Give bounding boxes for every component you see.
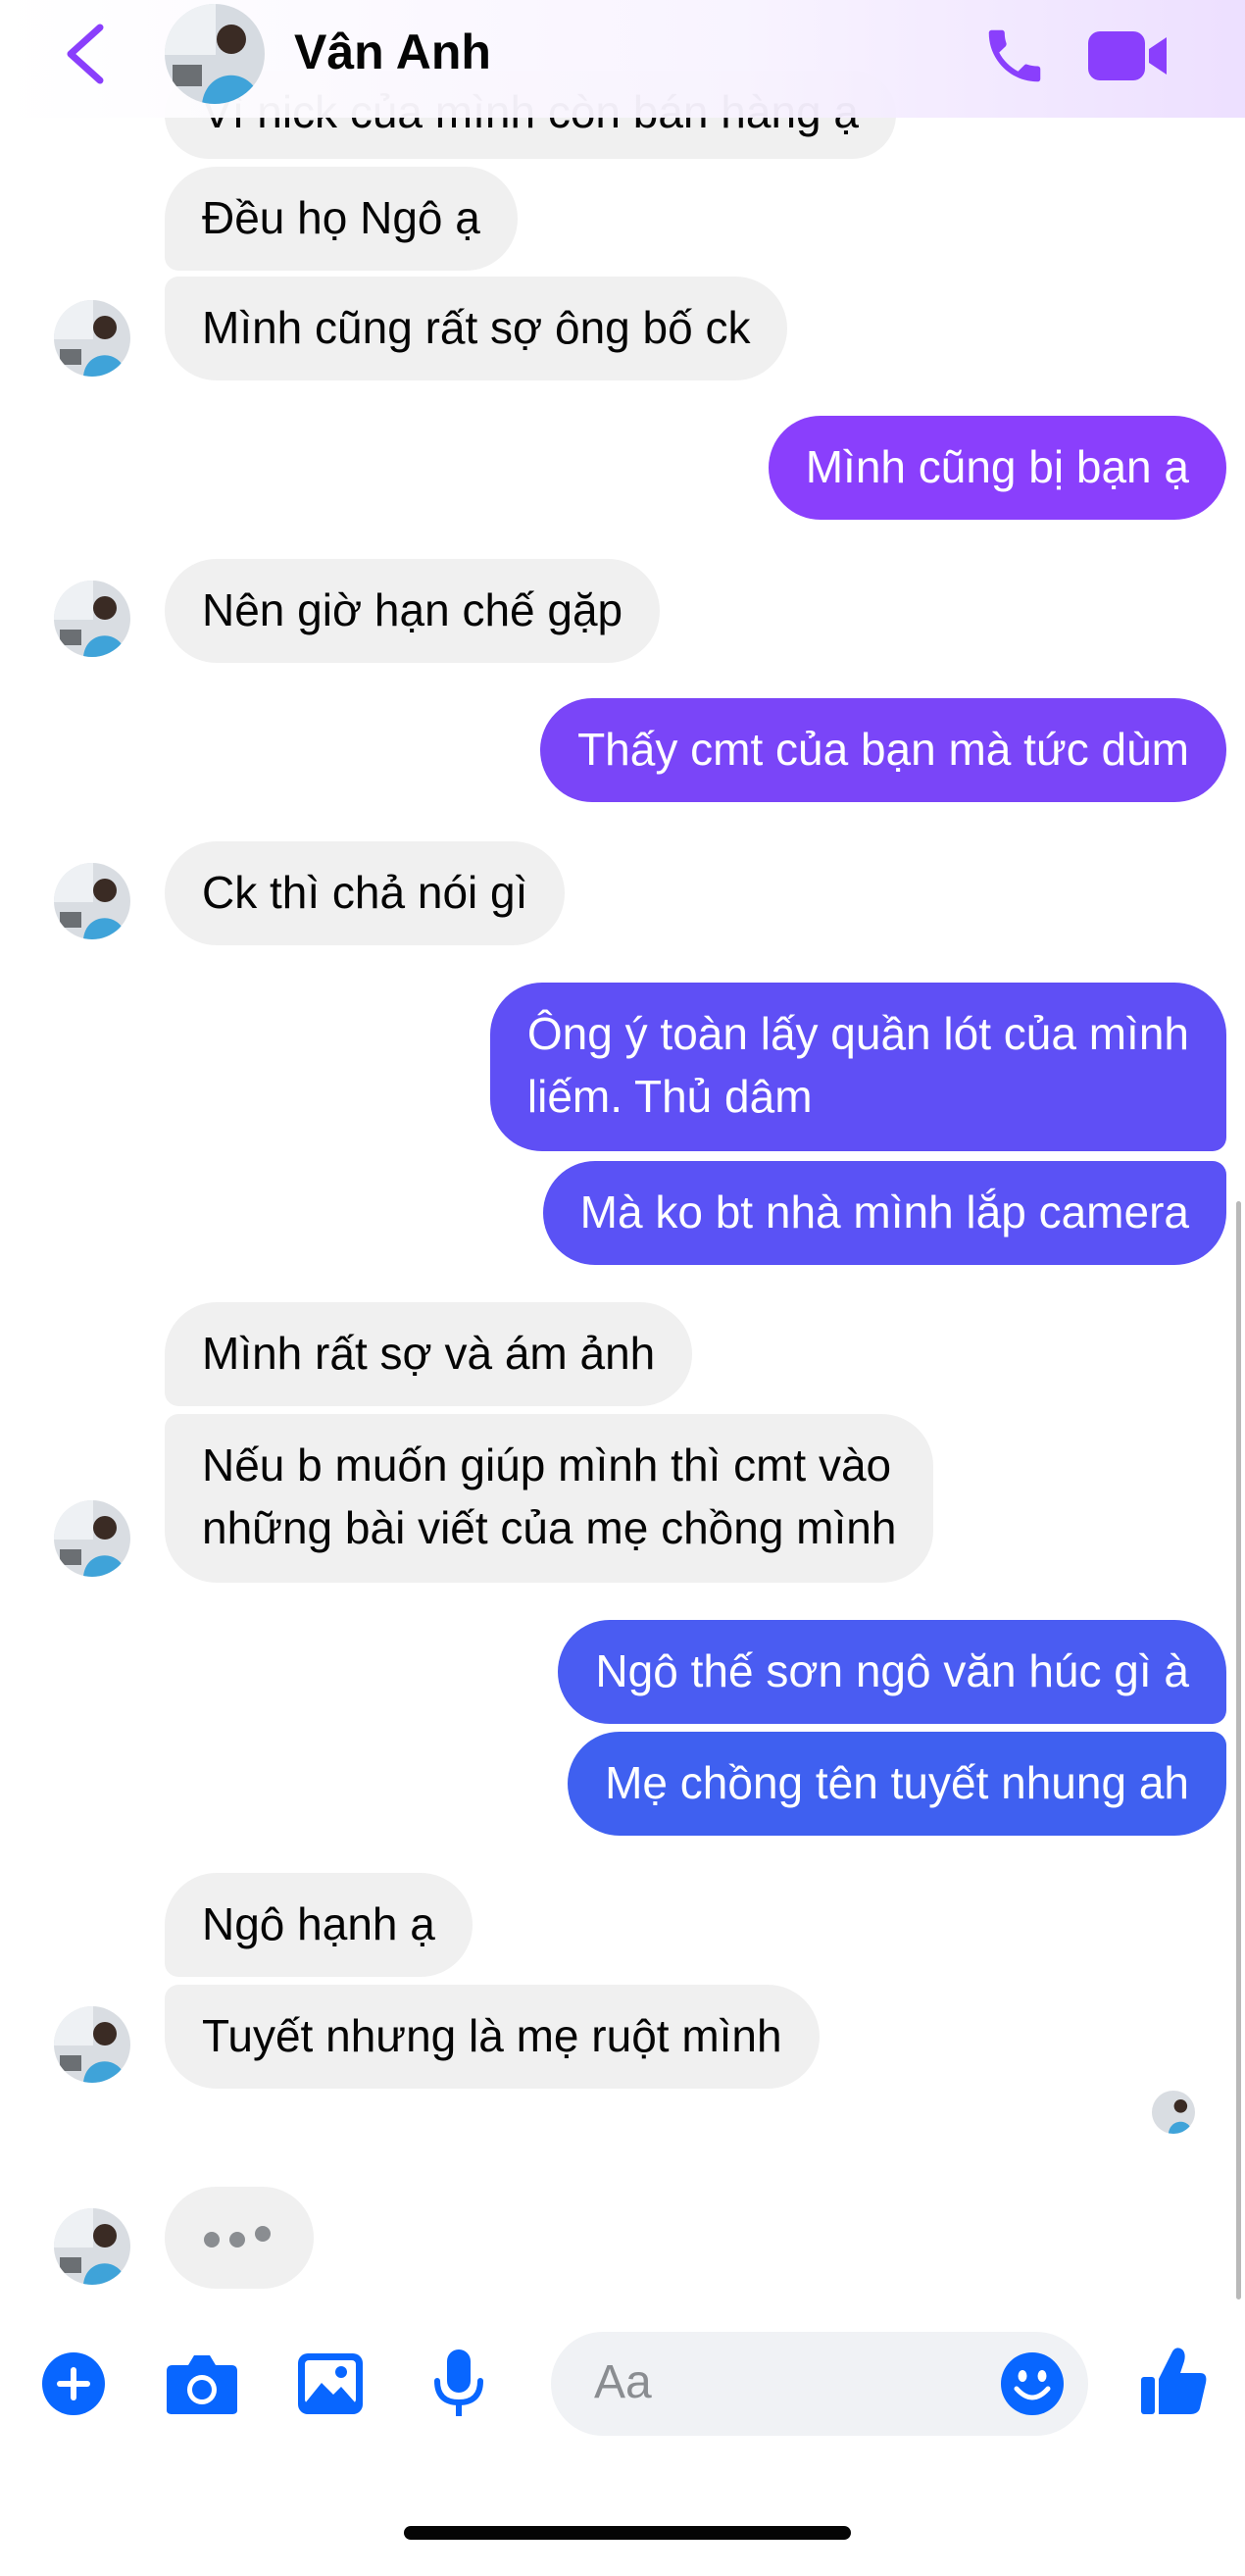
typing-dot [255, 2226, 271, 2242]
message-text: Mà ko bt nhà mình lắp camera [579, 1187, 1189, 1237]
contact-name[interactable]: Vân Anh [294, 24, 491, 80]
message-sent[interactable]: Mình cũng bị bạn ạ [768, 416, 1226, 520]
microphone-icon [434, 2349, 483, 2416]
video-camera-icon [1088, 31, 1167, 80]
message-sent[interactable]: Mà ko bt nhà mình lắp camera [542, 1161, 1226, 1265]
contact-avatar[interactable] [165, 4, 265, 104]
message-text: Nên giờ hạn chế gặp [202, 584, 623, 635]
plus-icon [42, 2352, 105, 2415]
message-text: Đều họ Ngô ạ [202, 192, 480, 243]
message-sent[interactable]: Ngô thế sơn ngô văn húc gì à [558, 1620, 1226, 1724]
message-sent[interactable]: Mẹ chồng tên tuyết nhung ah [568, 1732, 1226, 1836]
sender-avatar[interactable] [54, 2208, 130, 2285]
typing-dot [229, 2232, 245, 2248]
message-text-line: Nếu b muốn giúp mình thì cmt vào [202, 1440, 892, 1490]
voice-message-button[interactable] [431, 2348, 486, 2425]
message-list: Vì nick của mình còn bán hàng ạ Đều họ N… [0, 0, 1245, 2314]
message-text: Tuyết nhưng là mẹ ruột mình [202, 2010, 782, 2061]
message-sent[interactable]: Ông ý toàn lấy quần lót của mình liếm. T… [489, 983, 1226, 1151]
sender-avatar[interactable] [54, 863, 130, 939]
phone-icon [988, 29, 1041, 82]
message-received[interactable]: Mình rất sợ và ám ảnh [165, 1302, 693, 1406]
message-input-placeholder: Aa [594, 2356, 652, 2408]
message-received[interactable]: Ck thì chả nói gì [165, 841, 566, 945]
message-text: Mình rất sợ và ám ảnh [202, 1328, 656, 1379]
chevron-left-icon [67, 24, 104, 84]
video-call-button[interactable] [1086, 25, 1170, 86]
message-received[interactable]: Đều họ Ngô ạ [165, 167, 518, 271]
message-text-line: Ông ý toàn lấy quần lót của mình [526, 1008, 1189, 1059]
typing-indicator [165, 2187, 314, 2289]
message-text-line: liếm. Thủ dâm [526, 1071, 813, 1122]
gallery-icon [298, 2353, 363, 2414]
chat-header: Vân Anh [0, 0, 1245, 118]
message-text: Ngô thế sơn ngô văn húc gì à [595, 1645, 1189, 1696]
sender-avatar[interactable] [54, 300, 130, 377]
emoji-button[interactable] [1000, 2351, 1065, 2421]
thumbs-up-icon [1141, 2348, 1207, 2414]
emoji-icon [1001, 2352, 1064, 2415]
message-text: Ngô hạnh ạ [202, 1898, 435, 1949]
message-text: Mình cũng rất sợ ông bố ck [202, 302, 751, 353]
seen-indicator-avatar [1152, 2091, 1195, 2134]
message-text: Mình cũng bị bạn ạ [805, 441, 1189, 492]
message-received[interactable]: Tuyết nhưng là mẹ ruột mình [165, 1985, 820, 2089]
back-button[interactable] [57, 20, 116, 88]
message-text: Thấy cmt của bạn mà tức dùm [577, 724, 1189, 775]
message-received[interactable]: Ngô hạnh ạ [165, 1873, 473, 1977]
home-indicator[interactable] [404, 2526, 851, 2540]
message-sent[interactable]: Thấy cmt của bạn mà tức dùm [540, 698, 1226, 802]
typing-dot [204, 2232, 220, 2248]
scrollbar[interactable] [1236, 1201, 1241, 2299]
audio-call-button[interactable] [980, 22, 1049, 90]
gallery-button[interactable] [296, 2351, 365, 2421]
like-button[interactable] [1139, 2344, 1210, 2423]
sender-avatar[interactable] [54, 581, 130, 657]
message-received[interactable]: Nên giờ hạn chế gặp [165, 559, 661, 663]
message-text-line: những bài viết của mẹ chồng mình [202, 1502, 897, 1553]
message-received[interactable]: Mình cũng rất sợ ông bố ck [165, 277, 788, 380]
more-actions-button[interactable] [41, 2351, 106, 2421]
camera-button[interactable] [165, 2353, 239, 2421]
message-text: Ck thì chả nói gì [202, 867, 528, 918]
sender-avatar[interactable] [54, 2006, 130, 2083]
sender-avatar[interactable] [54, 1500, 130, 1577]
camera-icon [167, 2355, 237, 2414]
message-text: Mẹ chồng tên tuyết nhung ah [605, 1757, 1189, 1808]
message-received[interactable]: Nếu b muốn giúp mình thì cmt vào những b… [165, 1414, 934, 1583]
